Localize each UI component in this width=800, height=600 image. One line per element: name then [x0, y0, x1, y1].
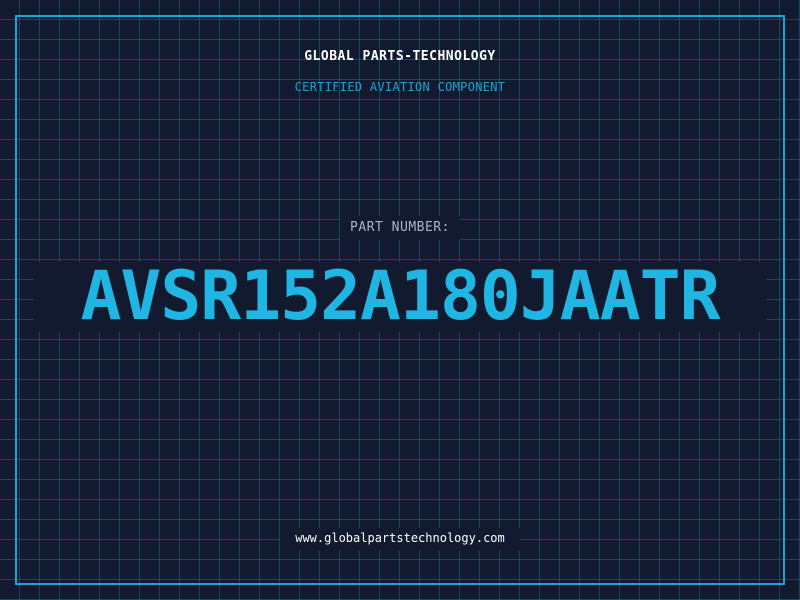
certification-subtitle: CERTIFIED AVIATION COMPONENT — [294, 80, 506, 94]
part-number-value: AVSR152A180JAATR — [80, 257, 720, 336]
part-number-label: PART NUMBER: — [350, 220, 450, 235]
website-url: www.globalpartstechnology.com — [295, 531, 505, 545]
company-name: GLOBAL PARTS-TECHNOLOGY — [304, 49, 496, 64]
